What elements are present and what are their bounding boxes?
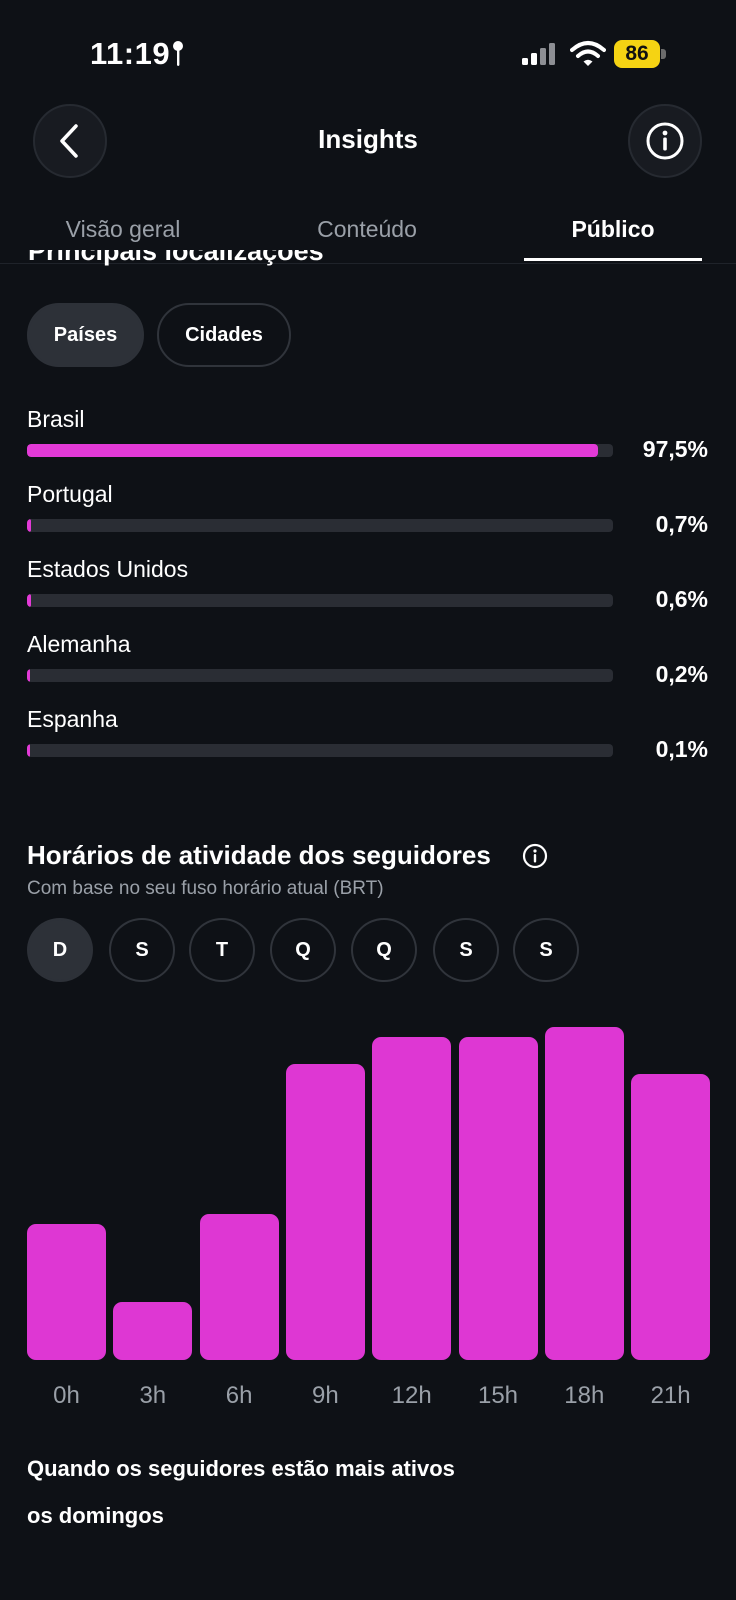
country-row: Alemanha 0,2% xyxy=(0,631,736,703)
country-progress-track xyxy=(27,669,613,682)
country-percent: 0,7% xyxy=(655,511,708,537)
country-row: Espanha 0,1% xyxy=(0,706,736,778)
info-icon xyxy=(646,122,684,160)
cellular-signal-icon xyxy=(522,43,555,65)
country-row: Portugal 0,7% xyxy=(0,481,736,553)
insights-screen: 11:19 86 Insights Visão geral Conteúdo P… xyxy=(0,0,736,1600)
day-button-segunda[interactable]: S xyxy=(109,918,175,982)
country-percent: 0,6% xyxy=(655,586,708,612)
day-button-quinta[interactable]: Q xyxy=(351,918,417,982)
country-name: Brasil xyxy=(27,406,85,432)
country-name: Alemanha xyxy=(27,631,131,657)
chart-tick-label: 9h xyxy=(312,1382,339,1409)
chart-bar xyxy=(285,1064,365,1360)
activity-summary-line1: Quando os seguidores estão mais ativos xyxy=(27,1456,455,1481)
chart-tick-label: 0h xyxy=(53,1382,80,1409)
tab-conteudo[interactable]: Conteúdo xyxy=(277,216,457,243)
chart-bar xyxy=(544,1026,624,1360)
status-bar: 11:19 86 xyxy=(0,0,736,100)
country-progress-track xyxy=(27,744,613,757)
chart-bar xyxy=(372,1037,452,1360)
wifi-icon xyxy=(570,41,606,66)
chart-tick-label: 18h xyxy=(564,1382,605,1409)
active-tab-indicator xyxy=(524,258,702,261)
country-progress-fill xyxy=(27,594,31,607)
country-progress-fill xyxy=(27,519,32,532)
activity-summary-line2: os domingos xyxy=(27,1503,164,1528)
country-name: Portugal xyxy=(27,481,113,507)
activity-bar-chart xyxy=(0,1000,736,1420)
tab-visao-geral[interactable]: Visão geral xyxy=(33,216,213,243)
country-progress-fill xyxy=(27,669,30,682)
country-progress-fill xyxy=(27,444,599,457)
chart-tick-label: 21h xyxy=(650,1382,691,1409)
day-button-domingo[interactable]: D xyxy=(27,918,93,982)
status-time: 11:19 xyxy=(90,36,171,71)
filter-cidades-button[interactable]: Cidades xyxy=(157,303,291,367)
chart-bar xyxy=(113,1302,193,1360)
battery-level: 86 xyxy=(625,42,649,65)
page-title: Insights xyxy=(318,124,418,154)
tab-publico[interactable]: Público xyxy=(523,216,703,243)
country-progress-track xyxy=(27,444,613,457)
info-button[interactable] xyxy=(628,104,702,178)
country-percent: 97,5% xyxy=(642,436,708,462)
country-percent: 0,1% xyxy=(655,736,708,762)
location-pin-icon xyxy=(173,41,183,66)
day-button-terca[interactable]: T xyxy=(189,918,255,982)
info-icon[interactable] xyxy=(522,843,548,869)
chart-bar xyxy=(27,1224,106,1360)
filter-paises-button[interactable]: Países xyxy=(27,303,144,367)
country-percent: 0,2% xyxy=(655,661,708,687)
chart-tick-label: 12h xyxy=(391,1382,432,1409)
chart-tick-label: 3h xyxy=(139,1382,167,1409)
chart-bar xyxy=(631,1074,711,1360)
country-name: Espanha xyxy=(27,706,118,732)
day-button-sabado[interactable]: S xyxy=(513,918,579,982)
country-progress-fill xyxy=(27,744,30,757)
day-button-quarta[interactable]: Q xyxy=(270,918,336,982)
country-progress-track xyxy=(27,594,613,607)
day-button-sexta[interactable]: S xyxy=(433,918,499,982)
country-row: Brasil 97,5% xyxy=(0,406,736,478)
country-name: Estados Unidos xyxy=(27,556,189,582)
country-progress-track xyxy=(27,519,613,532)
activity-section-title: Horários de atividade dos seguidores xyxy=(27,840,491,870)
battery-indicator: 86 xyxy=(614,40,666,68)
chart-bar xyxy=(458,1037,538,1360)
chart-tick-label: 15h xyxy=(477,1382,519,1409)
chart-tick-label: 6h xyxy=(225,1382,253,1409)
locations-heading-partial: Principais localizações xyxy=(28,250,324,266)
chart-bar xyxy=(199,1213,279,1360)
activity-section-subtitle: Com base no seu fuso horário atual (BRT) xyxy=(27,878,384,899)
country-row: Estados Unidos 0,6% xyxy=(0,556,736,628)
